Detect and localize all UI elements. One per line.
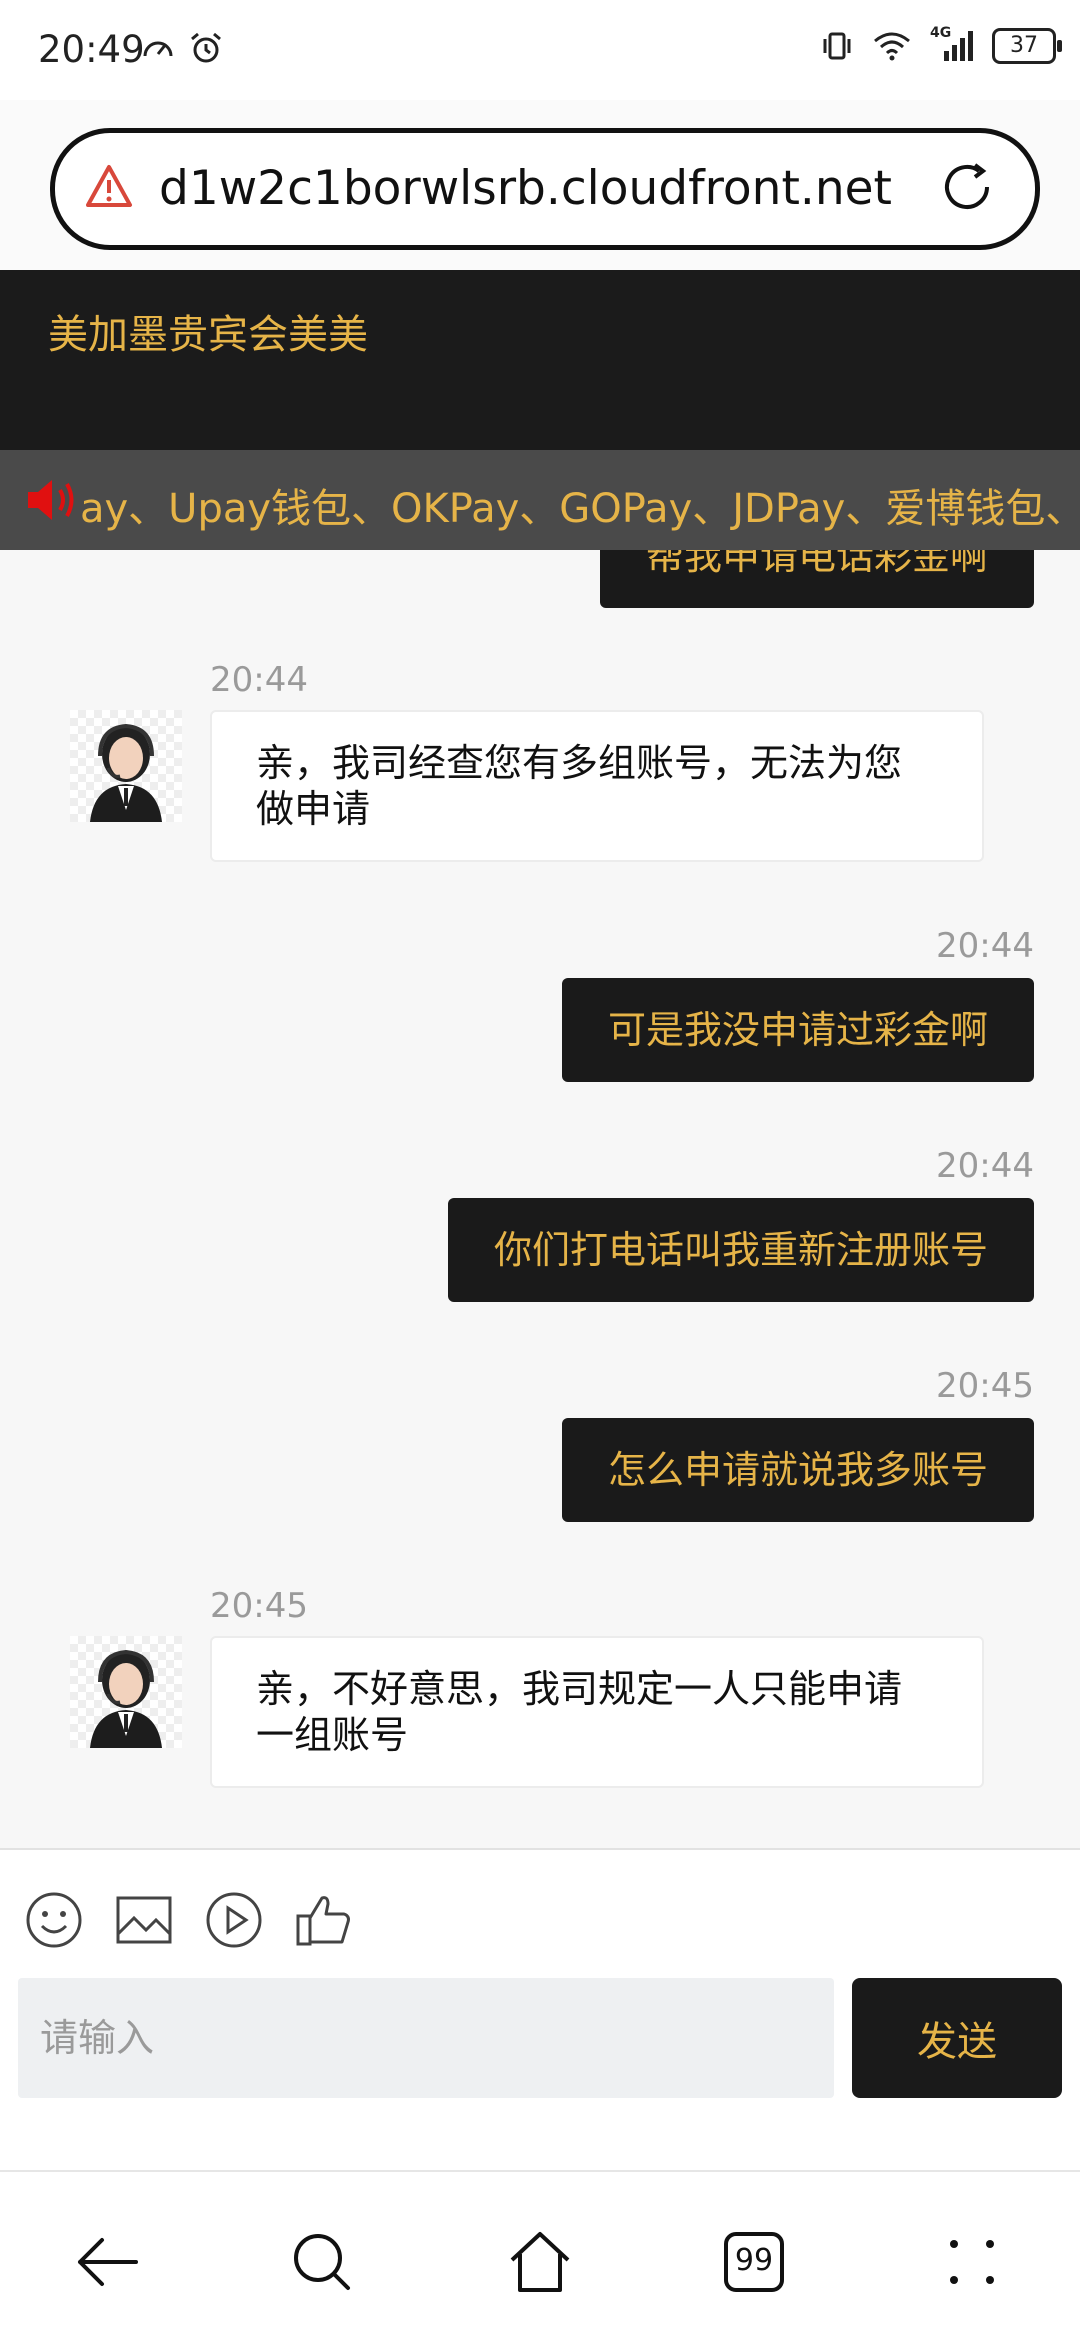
chat-area[interactable]: 帮我申请电话彩金啊 20:44 亲，我司经查您有多组账号，无法为您做申请 20:… <box>0 550 1080 1848</box>
announcement-marquee: ay、Upay钱包、OKPay、GOPay、JDPay、爱博钱包、C <box>0 450 1080 550</box>
alarm-icon <box>191 32 221 63</box>
agent-avatar <box>70 710 182 822</box>
agent-avatar <box>70 1636 182 1748</box>
reload-icon[interactable] <box>935 155 999 219</box>
status-right-icons: 4G 37 <box>820 25 1062 64</box>
message-time: 20:45 <box>936 1366 1034 1406</box>
message-time: 20:44 <box>936 1146 1034 1186</box>
image-icon[interactable] <box>114 1890 174 1950</box>
thumbs-up-icon[interactable] <box>294 1890 354 1950</box>
page-title: 美加墨贵宾会美美 <box>48 312 368 358</box>
status-left-icons <box>140 30 224 66</box>
chat-bubble-outgoing: 可是我没申请过彩金啊 <box>561 978 1034 1082</box>
message-text: 怎么申请就说我多账号 <box>607 1448 988 1492</box>
send-button[interactable]: 发送 <box>852 1978 1062 2098</box>
address-bar[interactable]: d1w2c1borwlsrb.cloudfront.net <box>50 128 1040 250</box>
agent-avatar-image <box>90 1649 162 1748</box>
message-text: 亲，我司经查您有多组账号，无法为您做申请 <box>256 741 903 831</box>
tab-count: 99 <box>734 2243 774 2278</box>
chat-bubble-outgoing: 你们打电话叫我重新注册账号 <box>447 1198 1034 1302</box>
marquee-text: ay、Upay钱包、OKPay、GOPay、JDPay、爱博钱包、C <box>80 486 1080 532</box>
message-text: 可是我没申请过彩金啊 <box>607 1008 988 1052</box>
tabs-icon[interactable]: 99 <box>718 2226 790 2298</box>
warning-icon[interactable] <box>85 163 133 211</box>
message-time: 20:44 <box>210 660 308 700</box>
message-input-wrapper <box>18 1978 834 2098</box>
chat-bubble-incoming: 亲，不好意思，我司规定一人只能申请一组账号 <box>210 1636 984 1788</box>
message-text: 帮我申请电话彩金啊 <box>645 550 988 578</box>
emoji-icon[interactable] <box>24 1890 84 1950</box>
browser-bottom-nav: 99 <box>0 2170 1080 2342</box>
message-text: 你们打电话叫我重新注册账号 <box>493 1228 988 1272</box>
search-icon[interactable] <box>286 2226 358 2298</box>
vibrate-icon <box>823 32 851 60</box>
status-time: 20:49 <box>38 28 145 71</box>
chat-bubble-outgoing: 帮我申请电话彩金啊 <box>599 550 1034 608</box>
message-composer: 发送 <box>0 1848 1080 2172</box>
battery-indicator: 37 <box>992 28 1062 64</box>
message-text: 亲，不好意思，我司规定一人只能申请一组账号 <box>256 1667 903 1757</box>
url-text[interactable]: d1w2c1borwlsrb.cloudfront.net <box>159 161 892 216</box>
chat-bubble-incoming: 亲，我司经查您有多组账号，无法为您做申请 <box>210 710 984 862</box>
menu-icon[interactable] <box>936 2226 1008 2298</box>
message-time: 20:44 <box>936 926 1034 966</box>
home-icon[interactable] <box>504 2226 576 2298</box>
back-icon[interactable] <box>72 2226 144 2298</box>
status-bar: 20:49 4G 37 <box>0 0 1080 100</box>
wifi-icon <box>874 32 910 61</box>
speedometer-icon <box>143 41 173 57</box>
speaker-icon <box>28 480 74 520</box>
chat-bubble-outgoing: 怎么申请就说我多账号 <box>561 1418 1034 1522</box>
site-header: 美加墨贵宾会美美 <box>0 270 1080 450</box>
video-icon[interactable] <box>204 1890 264 1950</box>
message-input[interactable] <box>18 1978 834 2098</box>
message-time: 20:45 <box>210 1586 308 1626</box>
signal-icon: 4G <box>930 25 974 63</box>
agent-avatar-image <box>90 723 162 822</box>
